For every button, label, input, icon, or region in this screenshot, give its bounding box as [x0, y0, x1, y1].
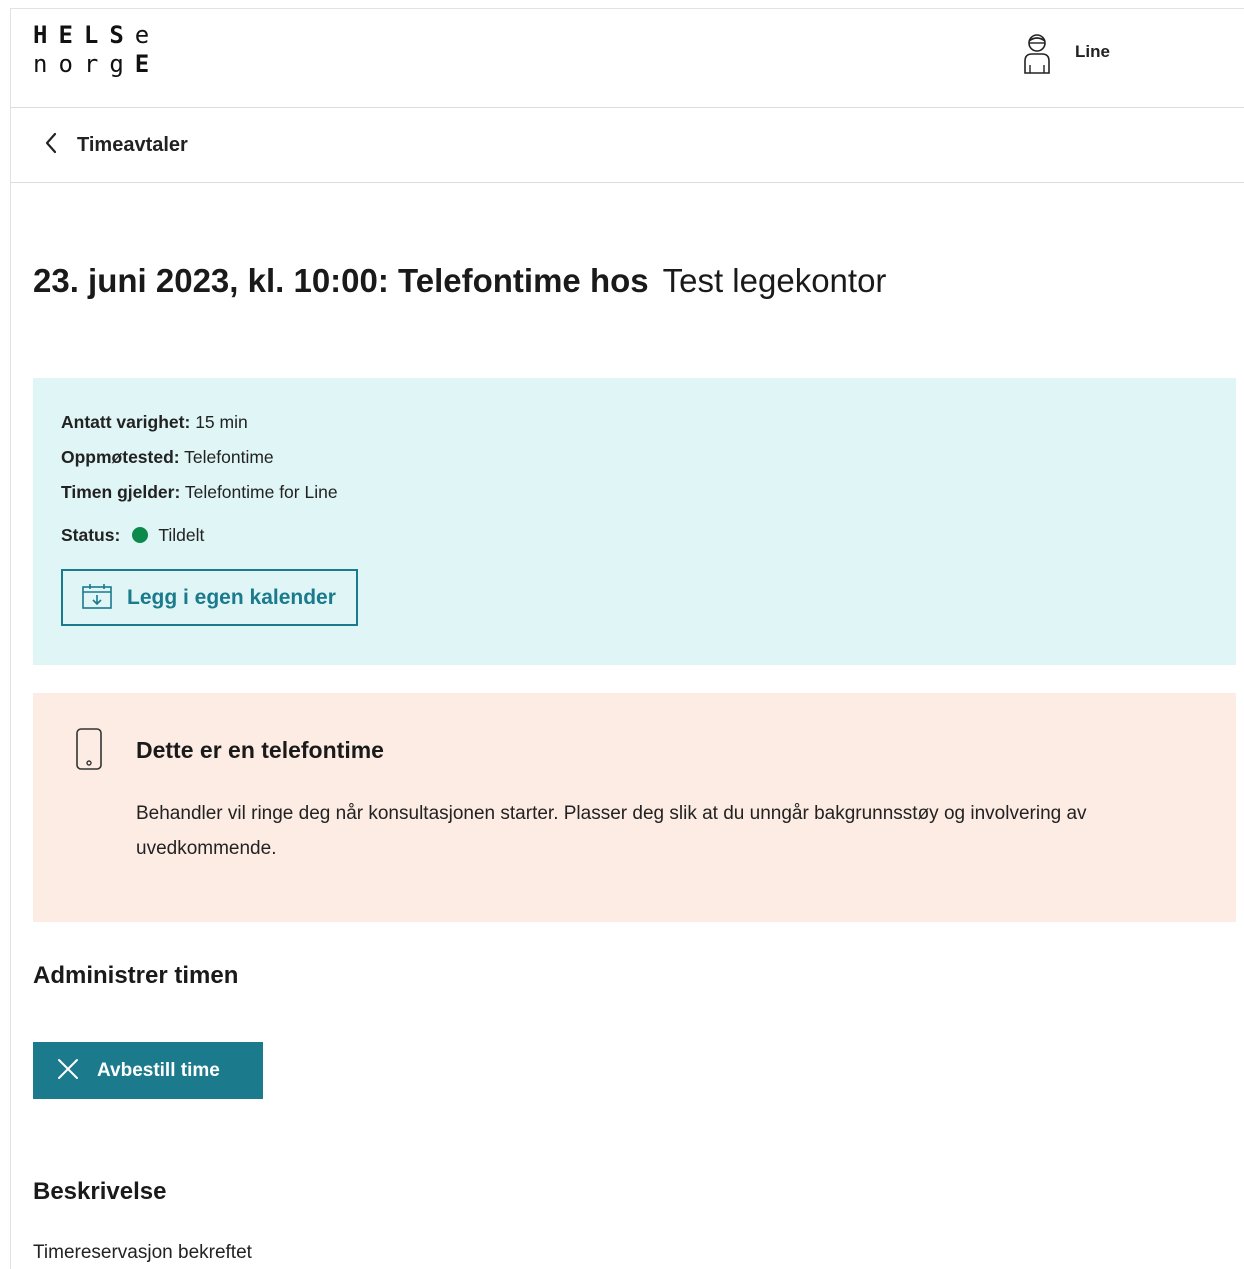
back-link-label: Timeavtaler [77, 133, 188, 156]
logo-line-2: norgE [33, 50, 161, 78]
close-icon [57, 1058, 79, 1083]
location-value: Telefontime [184, 447, 274, 467]
add-to-calendar-button[interactable]: Legg i egen kalender [61, 569, 358, 626]
site-header: HELSe norgE Line [11, 9, 1244, 108]
phone-appointment-notice: Dette er en telefontime Behandler vil ri… [33, 693, 1236, 922]
cancel-appointment-label: Avbestill time [97, 1059, 220, 1081]
notice-body: Behandler vil ringe deg når konsultasjon… [136, 803, 1087, 859]
user-name: Line [1075, 42, 1110, 61]
notice-title: Dette er en telefontime [136, 737, 384, 763]
appointment-details-panel: Antatt varighet: 15 min Oppmøtested: Tel… [33, 378, 1236, 665]
duration-row: Antatt varighet: 15 min [61, 412, 248, 433]
description-text: Timereservasjon bekreftet [33, 1242, 252, 1263]
location-label: Oppmøtested: [61, 447, 180, 467]
breadcrumb: Timeavtaler [11, 109, 1244, 183]
page-title: 23. juni 2023, kl. 10:00: Telefontime ho… [33, 262, 886, 300]
location-row: Oppmøtested: Telefontime [61, 447, 274, 468]
page-title-datetime: 23. juni 2023, kl. 10:00: Telefontime ho… [33, 262, 649, 299]
frame-left-border [10, 8, 11, 1269]
status-row: Status: Tildelt [61, 525, 204, 546]
calendar-download-icon [81, 582, 113, 614]
duration-label: Antatt varighet: [61, 412, 191, 432]
chevron-left-icon [43, 131, 59, 159]
status-badge: Tildelt [158, 525, 205, 545]
subject-value: Telefontime for Line [184, 482, 338, 502]
page-title-clinic: Test legekontor [662, 262, 887, 299]
status-indicator-dot [132, 527, 149, 543]
description-heading: Beskrivelse [33, 1178, 167, 1205]
back-link[interactable]: Timeavtaler [43, 131, 188, 159]
status-label: Status: [61, 525, 121, 545]
admin-heading: Administrer timen [33, 962, 239, 989]
subject-label: Timen gjelder: [61, 482, 181, 502]
add-to-calendar-label: Legg i egen kalender [127, 585, 336, 609]
mobile-phone-icon [75, 727, 103, 775]
helsenorge-logo[interactable]: HELSe norgE [33, 21, 160, 79]
subject-row: Timen gjelder: Telefontime for Line [61, 482, 338, 503]
logo-line-1: HELSe [33, 21, 161, 49]
cancel-appointment-button[interactable]: Avbestill time [33, 1042, 263, 1099]
user-menu[interactable]: Line [1021, 29, 1110, 75]
user-icon [1021, 29, 1053, 75]
duration-value: 15 min [195, 412, 248, 432]
